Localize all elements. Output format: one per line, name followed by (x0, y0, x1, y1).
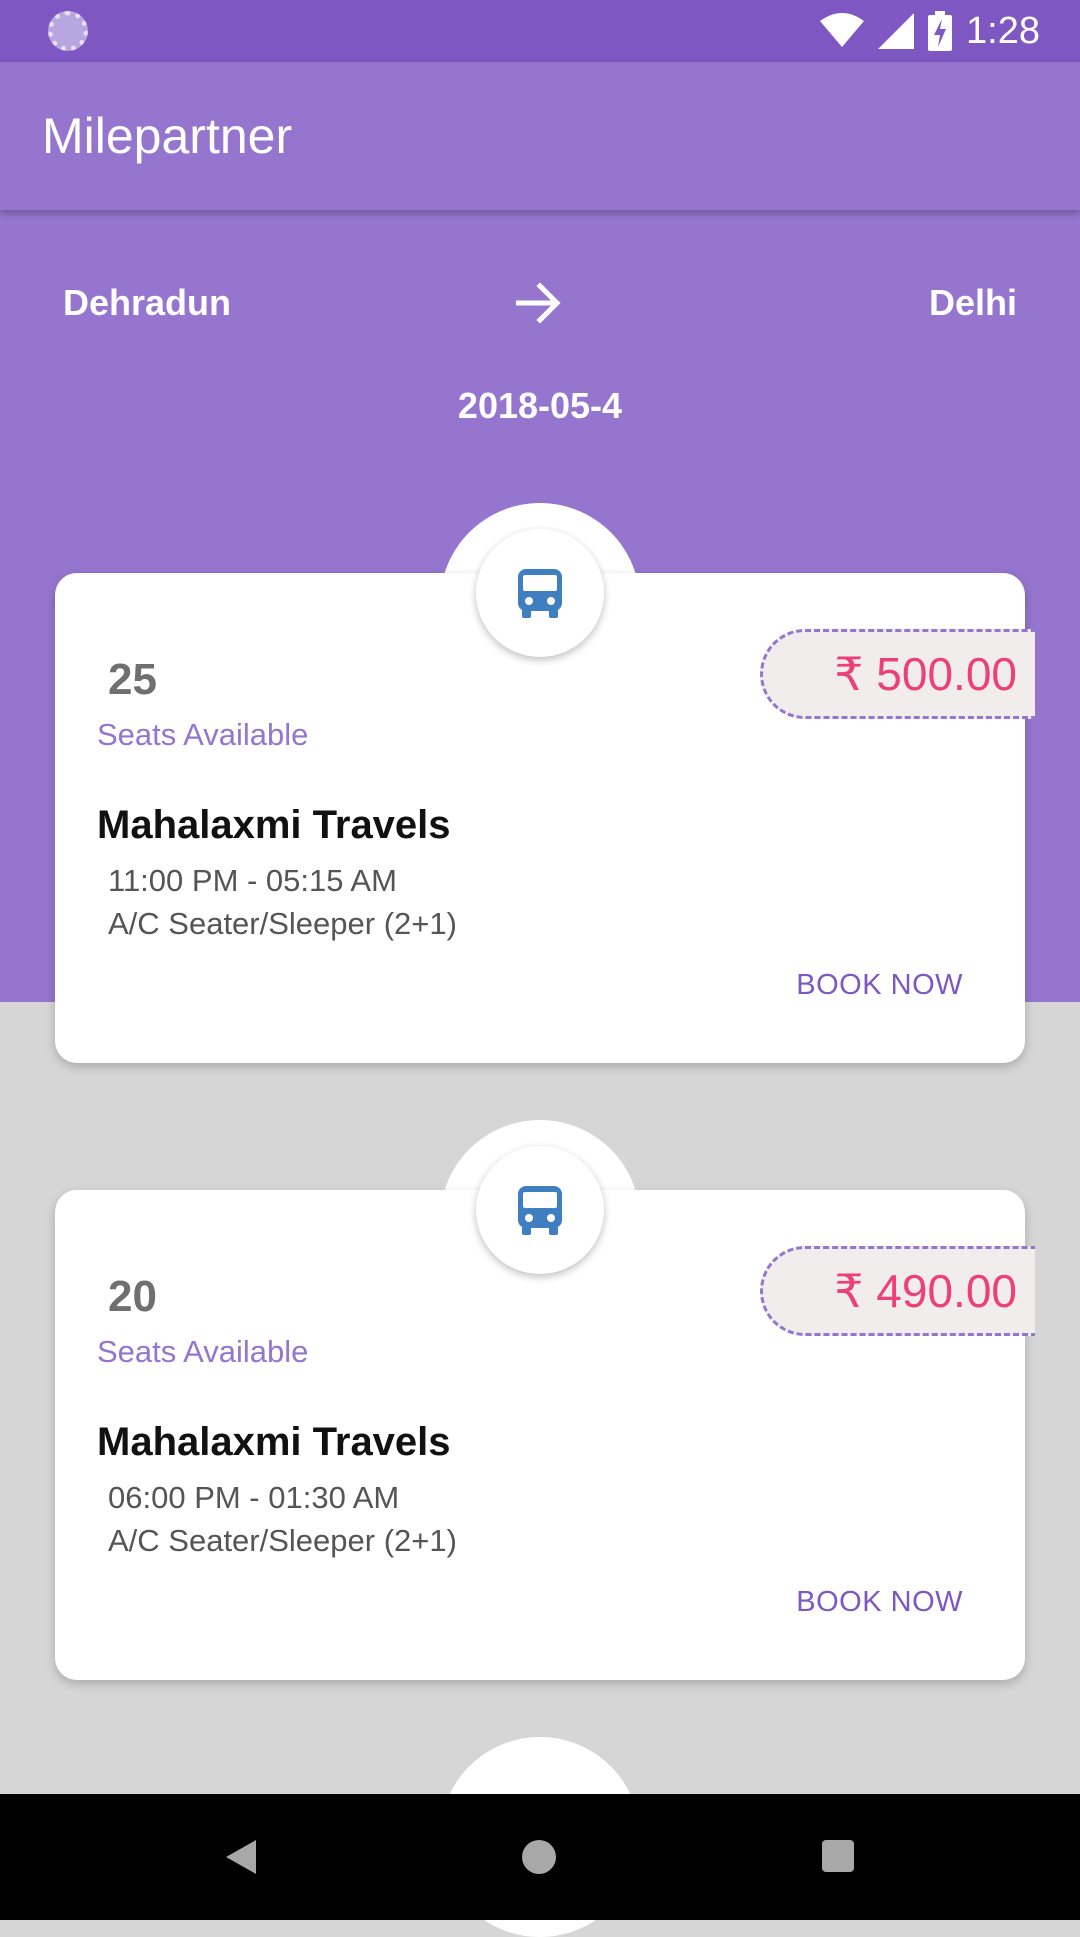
bus-type: A/C Seater/Sleeper (2+1) (108, 906, 457, 941)
book-now-button[interactable]: BOOK NOW (796, 1586, 963, 1619)
bus-icon-badge (476, 1146, 604, 1274)
operator-name: Mahalaxmi Travels (97, 1420, 451, 1464)
status-right: 1:28 (820, 10, 1040, 53)
back-icon[interactable] (224, 1838, 258, 1876)
seats-label: Seats Available (97, 1334, 309, 1369)
home-icon[interactable] (522, 1840, 556, 1874)
app-bar: Milepartner (0, 62, 1080, 210)
price-tag: ₹ 490.00 (760, 1246, 1035, 1336)
seat-count: 20 (108, 1272, 157, 1321)
loader-icon (48, 11, 88, 51)
price-value: ₹ 500.00 (834, 648, 1017, 700)
status-bar: 1:28 (0, 0, 1080, 62)
bus-icon-badge (476, 529, 604, 657)
departure-arrival-time: 06:00 PM - 01:30 AM (108, 1480, 400, 1515)
operator-name: Mahalaxmi Travels (97, 803, 451, 847)
seats-label: Seats Available (97, 717, 309, 752)
arrow-right-icon (516, 282, 561, 324)
status-time: 1:28 (966, 9, 1040, 52)
bus-icon (518, 569, 562, 618)
bus-icon (518, 1186, 562, 1235)
wifi-icon (820, 13, 865, 47)
app-title: Milepartner (42, 108, 293, 164)
travel-date: 2018-05-4 (457, 385, 623, 426)
bus-type: A/C Seater/Sleeper (2+1) (108, 1523, 457, 1558)
route-from: Dehradun (63, 282, 232, 323)
signal-icon (878, 13, 915, 49)
route-to: Delhi (928, 282, 1017, 323)
battery-charging-icon (928, 11, 953, 51)
status-left (48, 11, 88, 51)
recents-icon[interactable] (822, 1840, 854, 1872)
departure-arrival-time: 11:00 PM - 05:15 AM (108, 863, 397, 898)
price-value: ₹ 490.00 (834, 1265, 1017, 1317)
seat-count: 25 (108, 655, 157, 704)
price-tag: ₹ 500.00 (760, 629, 1035, 719)
book-now-button[interactable]: BOOK NOW (796, 969, 963, 1002)
system-nav-bar (0, 1794, 1080, 1920)
